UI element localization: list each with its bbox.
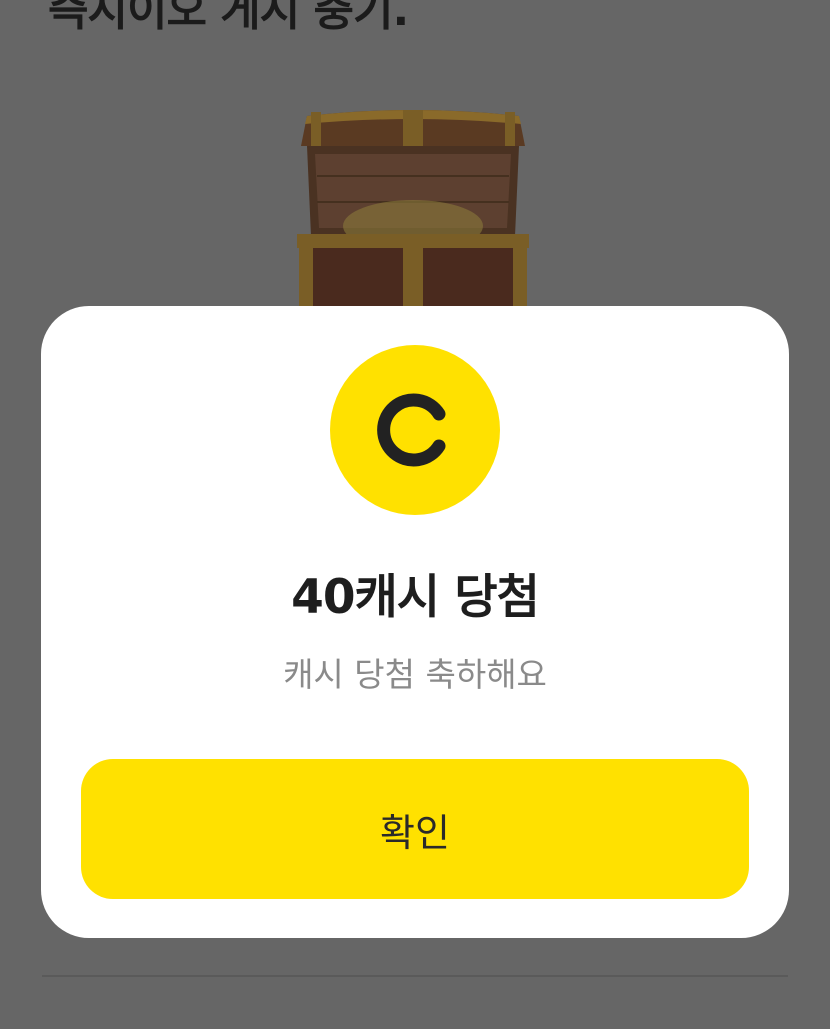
treasure-chest-icon <box>297 110 529 306</box>
confirm-button[interactable]: 확인 <box>81 759 749 899</box>
cash-coin-icon <box>330 345 500 515</box>
reward-title: 40캐시 당첨 <box>291 570 540 625</box>
background-page-title: 즉시이오 게시 충기. <box>48 0 409 36</box>
reward-dialog: 40캐시 당첨 캐시 당첨 축하해요 확인 <box>41 306 789 938</box>
background-divider <box>42 975 788 977</box>
reward-message: 캐시 당첨 축하해요 <box>283 655 547 694</box>
